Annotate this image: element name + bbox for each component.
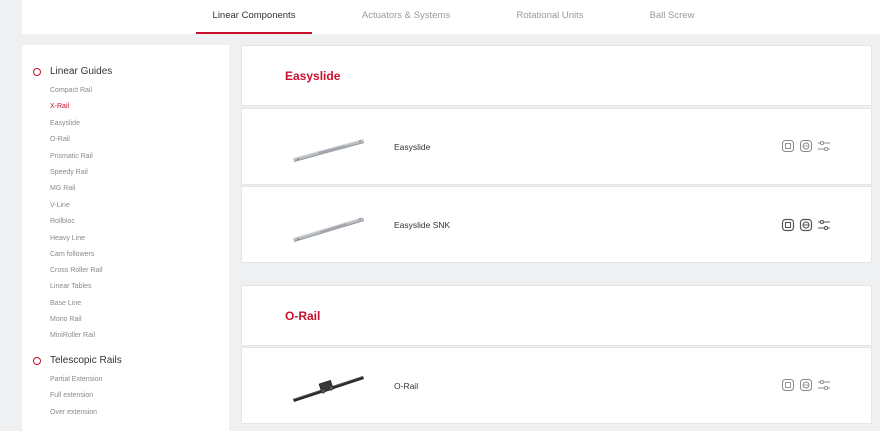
section-header-o-rail: O-Rail (241, 285, 872, 346)
product-row-easyslide[interactable]: Easyslide (241, 108, 872, 185)
sidebar-item-rollbloc[interactable]: Rollbloc (50, 218, 75, 225)
tab-rotational-units[interactable]: Rotational Units (500, 0, 600, 34)
sidebar-group-telescopic-rails[interactable]: Telescopic Rails (22, 355, 229, 369)
configure-sliders-icon[interactable] (817, 218, 831, 232)
radio-circle-icon (33, 68, 41, 76)
product-row-o-rail[interactable]: O-Rail (241, 347, 872, 424)
section-header-easyslide: Easyslide (241, 45, 872, 106)
section-title: Easyslide (285, 69, 341, 83)
sidebar-item-base-line[interactable]: Base Line (50, 300, 81, 307)
sidebar-item-over-extension[interactable]: Over extension (50, 409, 97, 416)
product-name[interactable]: Easyslide (394, 142, 430, 152)
tab-actuators-systems[interactable]: Actuators & Systems (348, 0, 464, 34)
sidebar-item-miniroller-rail[interactable]: MiniRoller Rail (50, 332, 95, 339)
product-name[interactable]: O-Rail (394, 381, 418, 391)
2d-drawing-icon[interactable] (781, 378, 795, 392)
2d-drawing-icon[interactable] (781, 218, 795, 232)
3d-model-icon[interactable] (799, 218, 813, 232)
sidebar-item-prismatic-rail[interactable]: Prismatic Rail (50, 153, 93, 160)
sidebar-item-cam-followers[interactable]: Cam followers (50, 251, 94, 258)
o-rail-image[interactable] (290, 366, 368, 406)
product-row-easyslide-snk[interactable]: Easyslide SNK (241, 186, 872, 263)
row-actions (781, 218, 833, 232)
radio-circle-icon (33, 357, 41, 365)
sidebar-item-cross-roller-rail[interactable]: Cross Roller Rail (50, 267, 103, 274)
top-nav: Linear Components Actuators & Systems Ro… (22, 0, 880, 34)
2d-drawing-icon[interactable] (781, 139, 795, 153)
sidebar-item-v-line[interactable]: V-Line (50, 202, 70, 209)
sidebar-group-label: Telescopic Rails (50, 355, 122, 366)
product-name[interactable]: Easyslide SNK (394, 220, 450, 230)
sidebar-item-full-extension[interactable]: Full extension (50, 392, 93, 399)
slide-rail-image[interactable] (290, 127, 368, 167)
tab-linear-components[interactable]: Linear Components (196, 0, 312, 34)
slide-rail-image[interactable] (290, 205, 368, 245)
tab-ball-screw[interactable]: Ball Screw (638, 0, 706, 34)
sidebar-item-mono-rail[interactable]: Mono Rail (50, 316, 82, 323)
row-actions (781, 378, 833, 392)
3d-model-icon[interactable] (799, 378, 813, 392)
sidebar-item-easyslide[interactable]: Easyslide (50, 120, 80, 127)
configure-sliders-icon[interactable] (817, 378, 831, 392)
sidebar-item-heavy-line[interactable]: Heavy Line (50, 235, 85, 242)
section-title: O-Rail (285, 309, 321, 323)
row-actions (781, 139, 833, 153)
sidebar: Linear Guides Compact Rail X-Rail Easysl… (22, 45, 229, 431)
configure-sliders-icon[interactable] (817, 139, 831, 153)
sidebar-item-o-rail[interactable]: O-Rail (50, 136, 70, 143)
sidebar-item-x-rail[interactable]: X-Rail (50, 103, 69, 110)
3d-model-icon[interactable] (799, 139, 813, 153)
sidebar-item-mg-rail[interactable]: MG Rail (50, 185, 75, 192)
sidebar-item-partial-extension[interactable]: Partial Extension (50, 376, 103, 383)
sidebar-group-linear-guides[interactable]: Linear Guides (22, 66, 229, 80)
sidebar-item-compact-rail[interactable]: Compact Rail (50, 87, 92, 94)
sidebar-item-linear-tables[interactable]: Linear Tables (50, 283, 92, 290)
sidebar-item-speedy-rail[interactable]: Speedy Rail (50, 169, 88, 176)
sidebar-group-label: Linear Guides (50, 66, 113, 77)
